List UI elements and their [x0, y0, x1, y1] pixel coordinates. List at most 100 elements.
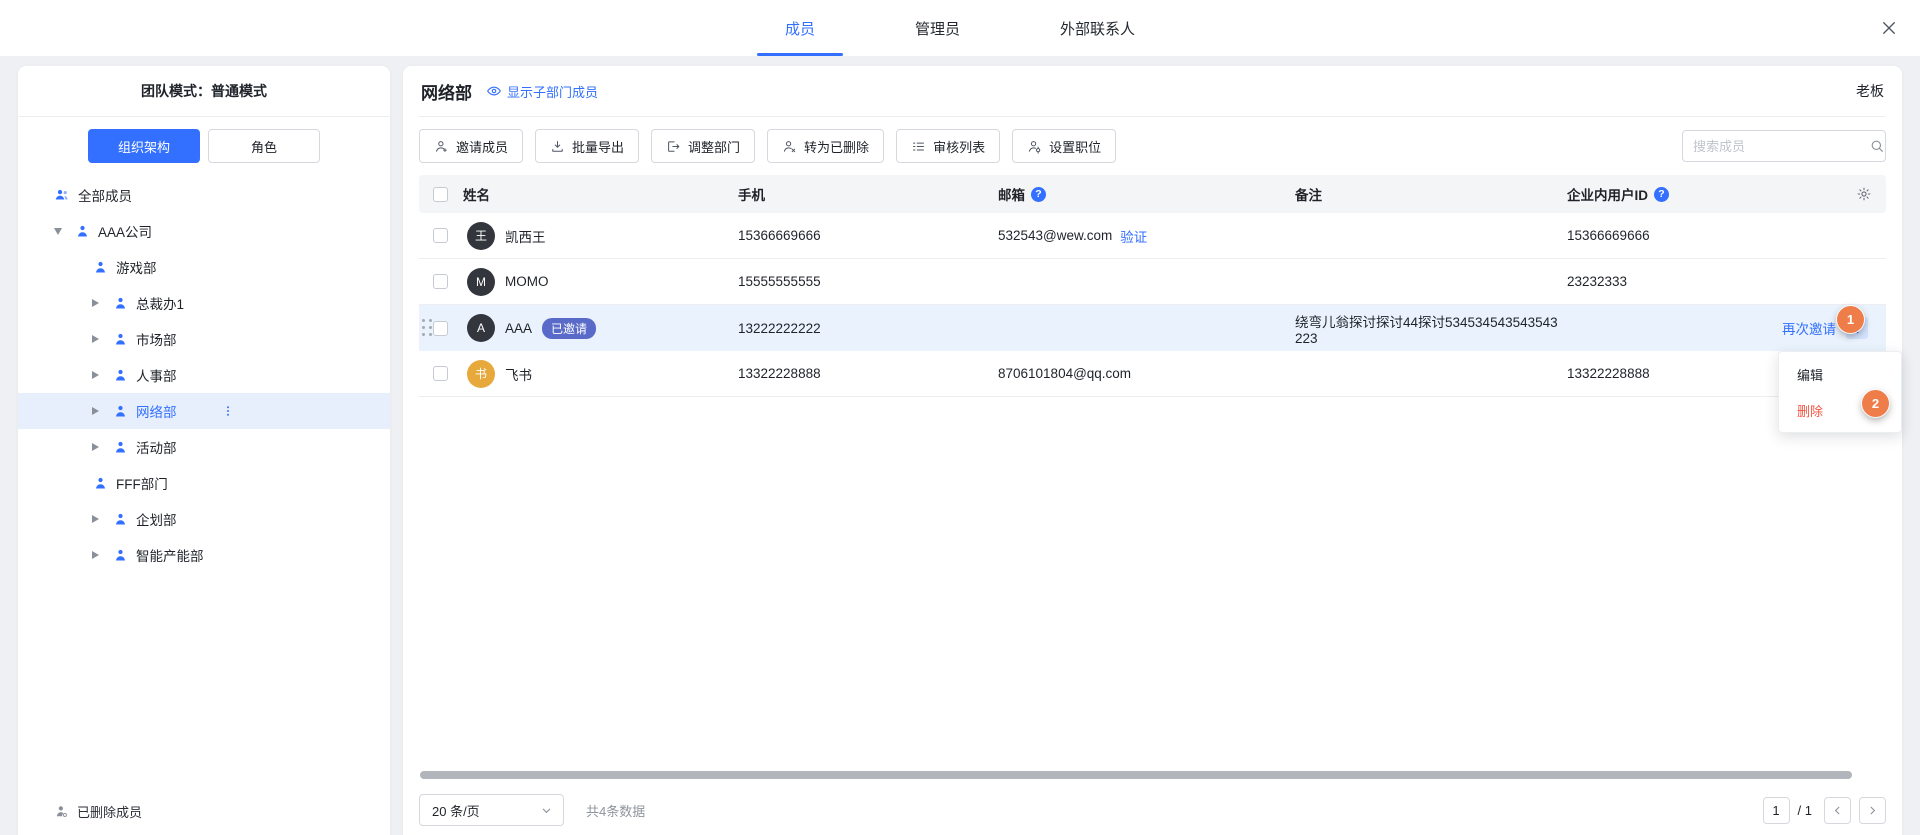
avatar: A — [467, 314, 495, 342]
show-sub-department-link[interactable]: 显示子部门成员 — [486, 82, 598, 101]
move-to-deleted-button[interactable]: 转为已删除 — [767, 129, 884, 163]
member-name: AAA — [505, 321, 532, 336]
batch-export-button[interactable]: 批量导出 — [535, 129, 639, 163]
org-icon — [112, 331, 128, 347]
person-delete-icon — [54, 804, 69, 819]
help-icon[interactable]: ? — [1654, 187, 1669, 202]
avatar: 书 — [467, 360, 495, 388]
org-icon — [112, 367, 128, 383]
show-sub-department-label: 显示子部门成员 — [507, 82, 598, 101]
current-page-input[interactable]: 1 — [1763, 797, 1790, 824]
sidebar-item-label: FFF部门 — [116, 473, 168, 493]
select-all-checkbox[interactable] — [433, 187, 448, 202]
member-email: 532543@wew.com — [998, 228, 1112, 243]
row-checkbox-cell — [419, 228, 463, 243]
row-checkbox[interactable] — [433, 321, 448, 336]
sidebar-item-label: 活动部 — [136, 437, 177, 457]
row-checkbox-cell — [419, 274, 463, 289]
caret-down-icon[interactable] — [54, 228, 74, 235]
column-header: 姓名 — [463, 184, 738, 204]
deleted-members-label: 已删除成员 — [77, 802, 142, 821]
download-icon — [550, 139, 565, 154]
verify-email-link[interactable]: 验证 — [1120, 226, 1147, 246]
sidebar-item-label: 智能产能部 — [136, 545, 204, 565]
gear-icon[interactable] — [1856, 186, 1872, 202]
member-name: 凯西王 — [505, 226, 546, 246]
sidebar-item-aaa-company[interactable]: AAA公司 — [18, 213, 390, 249]
more-vertical-icon[interactable] — [221, 404, 235, 418]
sidebar-item-label: 人事部 — [136, 365, 177, 385]
reinvite-link[interactable]: 再次邀请 — [1782, 318, 1836, 338]
tab-external-contacts[interactable]: 外部联系人 — [1032, 0, 1163, 56]
sidebar-item-label: 企划部 — [136, 509, 177, 529]
deleted-members-link[interactable]: 已删除成员 — [54, 802, 142, 821]
menu-item-edit[interactable]: 编辑 — [1779, 356, 1901, 392]
caret-right-icon[interactable] — [92, 515, 112, 523]
main-panel: 网络部 显示子部门成员 老板 邀请成员批量导出调整部门转为已删除审核列表设置职位… — [403, 66, 1902, 835]
invite-member-button[interactable]: 邀请成员 — [419, 129, 523, 163]
org-structure-button[interactable]: 组织架构 — [88, 129, 200, 163]
caret-right-icon[interactable] — [92, 551, 112, 559]
column-header: 备注 — [1295, 184, 1567, 204]
close-icon[interactable] — [1880, 19, 1898, 37]
pagination: 1 / 1 — [1763, 797, 1886, 824]
sidebar-item-ceo-office-1[interactable]: 总裁办1 — [18, 285, 390, 321]
header-checkbox-cell — [419, 187, 463, 202]
phone-cell: 15366669666 — [738, 228, 998, 243]
sidebar-item-smart-capacity-dept[interactable]: 智能产能部 — [18, 537, 390, 573]
toolbar-button-label: 批量导出 — [572, 137, 624, 156]
caret-right-icon[interactable] — [92, 299, 112, 307]
prev-page-button[interactable] — [1824, 797, 1851, 824]
member-name: 飞书 — [505, 364, 532, 384]
sidebar-item-activity-dept[interactable]: 活动部 — [18, 429, 390, 465]
phone-cell: 13322228888 — [738, 366, 998, 381]
sidebar-item-game-dept[interactable]: 游戏部 — [18, 249, 390, 285]
tab-admins[interactable]: 管理员 — [887, 0, 988, 56]
page-size-select[interactable]: 20 条/页 — [419, 794, 564, 826]
caret-right-icon[interactable] — [92, 407, 112, 415]
row-checkbox[interactable] — [433, 228, 448, 243]
org-icon — [112, 403, 128, 419]
caret-right-icon[interactable] — [92, 335, 112, 343]
row-checkbox[interactable] — [433, 274, 448, 289]
sidebar-item-network-dept[interactable]: 网络部 — [18, 393, 390, 429]
sidebar-item-hr-dept[interactable]: 人事部 — [18, 357, 390, 393]
roles-button[interactable]: 角色 — [208, 129, 320, 163]
sidebar-item-fff-dept[interactable]: FFF部门 — [18, 465, 390, 501]
org-icon — [92, 259, 108, 275]
set-position-button[interactable]: 设置职位 — [1012, 129, 1116, 163]
adjust-department-button[interactable]: 调整部门 — [651, 129, 755, 163]
annotation-step-2: 2 — [1862, 390, 1889, 417]
column-header-label: 姓名 — [463, 184, 490, 204]
next-page-button[interactable] — [1859, 797, 1886, 824]
horizontal-scrollbar[interactable] — [420, 771, 1852, 779]
name-cell: 王凯西王 — [463, 222, 738, 250]
column-header: 邮箱? — [998, 184, 1295, 204]
person-remove-icon — [782, 139, 797, 154]
team-mode-title: 团队模式：普通模式 — [18, 66, 390, 117]
help-icon[interactable]: ? — [1031, 187, 1046, 202]
sidebar-item-market-dept[interactable]: 市场部 — [18, 321, 390, 357]
phone-cell: 13222222222 — [738, 321, 998, 336]
table-row: AAAA已邀请13222222222绕弯儿翁探讨探讨44探讨5345345435… — [419, 305, 1886, 351]
list-icon — [911, 139, 926, 154]
org-icon — [112, 439, 128, 455]
topbar: 成员管理员外部联系人 — [0, 0, 1920, 56]
toolbar: 邀请成员 批量导出 调整部门转为已删除审核列表设置职位 — [419, 129, 1886, 163]
person-add-icon — [434, 139, 449, 154]
drag-handle[interactable] — [422, 319, 432, 337]
tab-members[interactable]: 成员 — [757, 0, 843, 56]
search-input[interactable] — [1693, 139, 1869, 154]
sidebar-item-all-members[interactable]: 全部成员 — [18, 177, 390, 213]
review-list-button[interactable]: 审核列表 — [896, 129, 1000, 163]
sidebar-item-planning-dept[interactable]: 企划部 — [18, 501, 390, 537]
remark-cell: 绕弯儿翁探讨探讨44探讨534534543543543 223 — [1295, 311, 1567, 346]
column-settings-cell — [1842, 186, 1886, 202]
row-checkbox[interactable] — [433, 366, 448, 381]
search-box[interactable] — [1682, 130, 1886, 162]
sidebar-item-label: 游戏部 — [116, 257, 157, 277]
email-cell: 8706101804@qq.com — [998, 366, 1295, 381]
caret-right-icon[interactable] — [92, 371, 112, 379]
column-header-label: 手机 — [738, 184, 765, 204]
caret-right-icon[interactable] — [92, 443, 112, 451]
